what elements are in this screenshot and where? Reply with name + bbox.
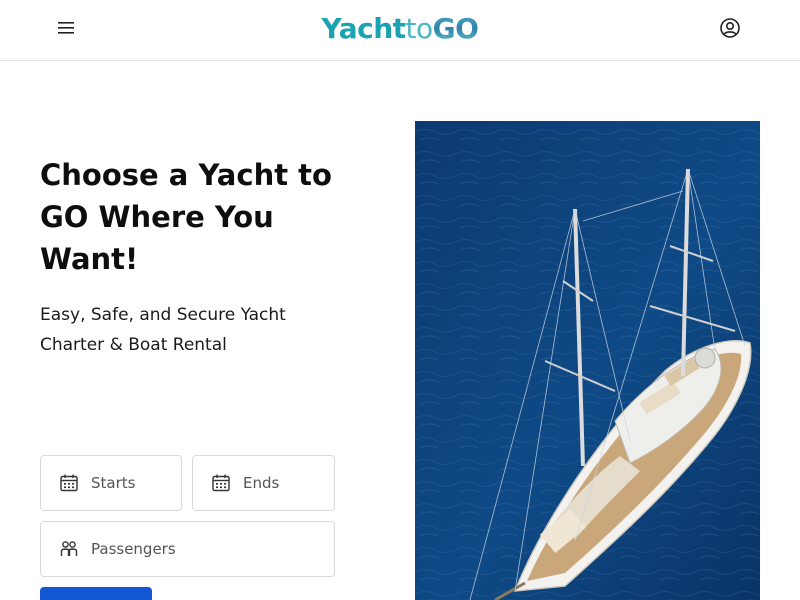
calendar-icon bbox=[60, 474, 78, 492]
logo-text-yacht: Yacht bbox=[321, 12, 407, 45]
start-date-field[interactable]: Starts bbox=[40, 455, 182, 511]
logo-text-go: GO bbox=[432, 12, 479, 45]
hero-yacht-image bbox=[415, 121, 760, 600]
calendar-icon bbox=[212, 474, 230, 492]
people-icon bbox=[60, 541, 78, 556]
end-date-field[interactable]: Ends bbox=[192, 455, 335, 511]
hero-title: Choose a Yacht to GO Where You Want! bbox=[40, 158, 332, 276]
user-account-icon bbox=[720, 18, 740, 38]
account-button[interactable] bbox=[718, 16, 742, 40]
site-logo[interactable]: YachttoGO bbox=[0, 12, 800, 45]
hero-subtitle: Easy, Safe, and Secure Yacht Charter & B… bbox=[40, 305, 286, 355]
site-header: YachttoGO bbox=[0, 0, 800, 61]
start-date-label: Starts bbox=[91, 474, 136, 492]
passengers-label: Passengers bbox=[91, 540, 176, 558]
aerial-sailing-yacht-photo bbox=[415, 121, 760, 600]
search-button[interactable] bbox=[40, 587, 152, 600]
passengers-field[interactable]: Passengers bbox=[40, 521, 335, 577]
logo-text-to: to bbox=[405, 12, 434, 45]
end-date-label: Ends bbox=[243, 474, 280, 492]
